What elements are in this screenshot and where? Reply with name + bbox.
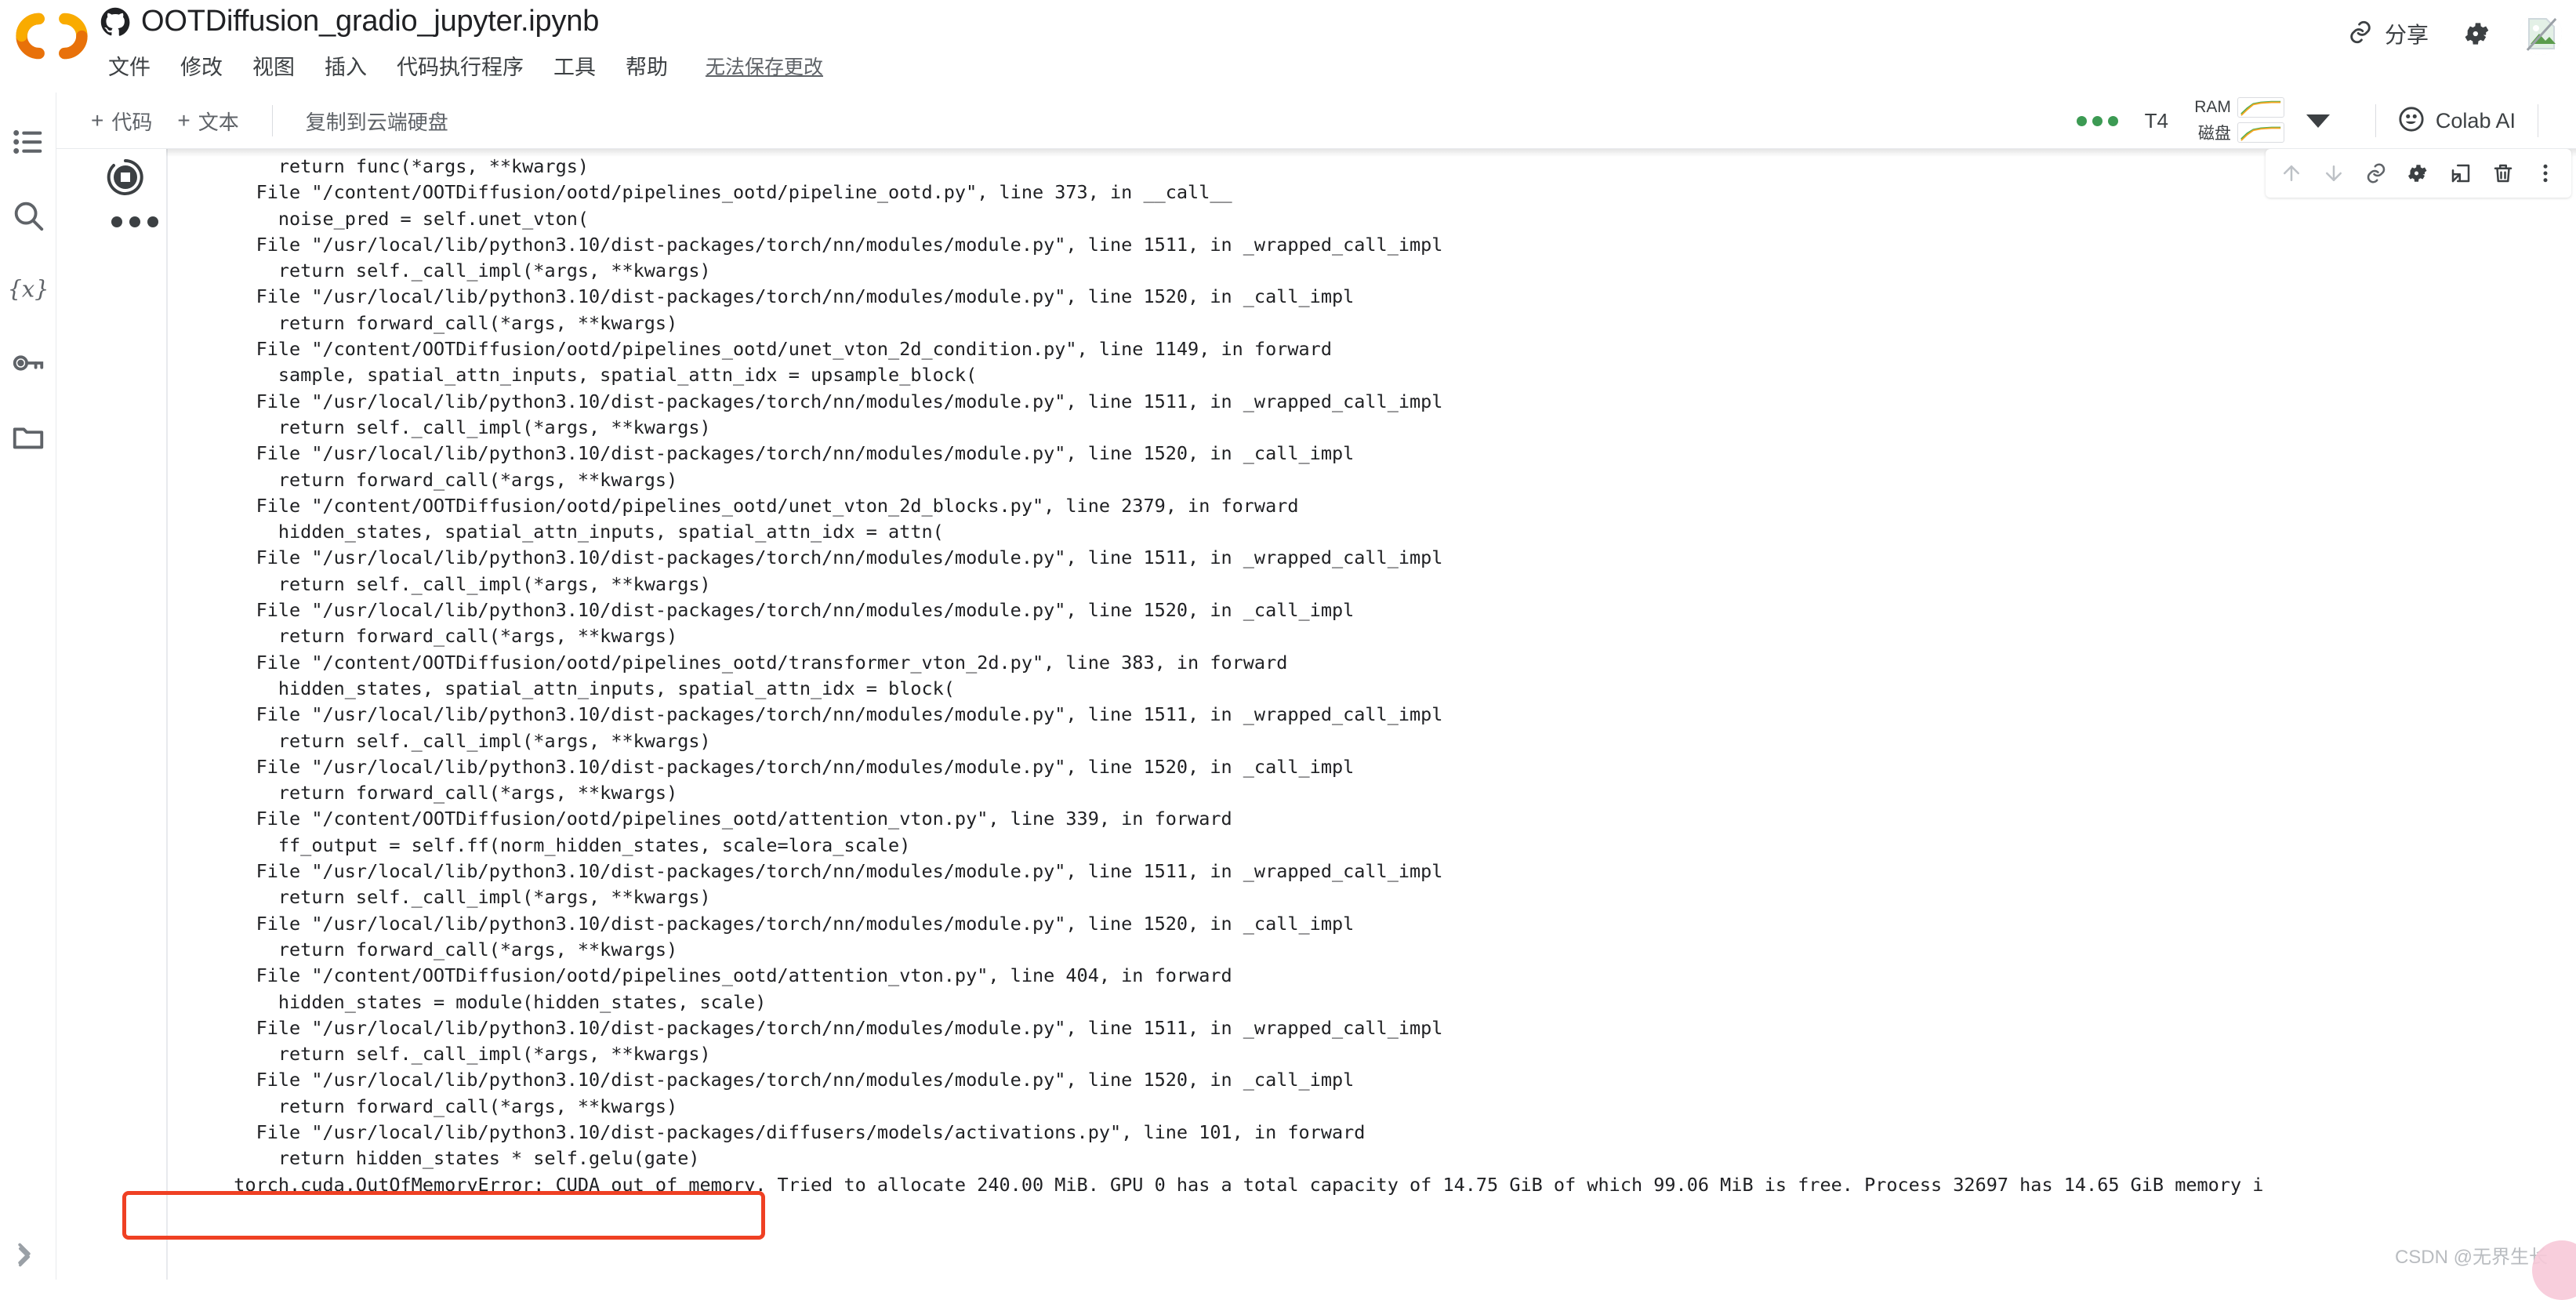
menu-item-runtime[interactable]: 代码执行程序 bbox=[394, 49, 527, 82]
notebook-toolbar: + 代码 + 文本 复制到云端硬盘 T4 RAM bbox=[0, 93, 2576, 149]
copy-to-drive-button[interactable]: 复制到云端硬盘 bbox=[293, 100, 461, 142]
toolbar-right-group: T4 RAM 磁盘 bbox=[2077, 93, 2560, 149]
watermark-text: CSDN @无界生长 bbox=[2395, 1241, 2548, 1269]
menu-item-view[interactable]: 视图 bbox=[249, 49, 298, 82]
more-vert-icon[interactable] bbox=[2524, 158, 2567, 189]
link-to-cell-icon[interactable] bbox=[2355, 158, 2397, 189]
secrets-key-icon[interactable] bbox=[10, 345, 46, 381]
disk-sparkline-icon bbox=[2237, 122, 2284, 143]
menu-bar: 文件 修改 视图 插入 代码执行程序 工具 帮助 无法保存更改 bbox=[105, 49, 823, 82]
page-title: OOTDiffusion_gradio_jupyter.ipynb bbox=[141, 5, 599, 38]
colab-ai-label: Colab AI bbox=[2436, 109, 2516, 133]
menu-item-insert[interactable]: 插入 bbox=[321, 49, 370, 82]
python-traceback-text: return func(*args, **kwargs) File "/cont… bbox=[182, 149, 2576, 1198]
dot bbox=[111, 216, 122, 227]
chevron-down-icon[interactable] bbox=[2306, 114, 2330, 128]
menu-item-file[interactable]: 文件 bbox=[105, 49, 154, 82]
notebook-cell-output: return func(*args, **kwargs) File "/cont… bbox=[56, 149, 2576, 1280]
toolbar-left-group: + 代码 + 文本 复制到云端硬盘 bbox=[78, 93, 461, 149]
cell-settings-gear-icon[interactable] bbox=[2397, 158, 2440, 189]
menu-item-tools[interactable]: 工具 bbox=[550, 49, 599, 82]
left-sidebar-rail: {x} bbox=[0, 93, 56, 1280]
gear-icon[interactable] bbox=[2463, 19, 2493, 49]
toolbar-divider bbox=[272, 105, 273, 136]
github-icon bbox=[100, 7, 130, 37]
plus-icon: + bbox=[177, 110, 190, 132]
menu-item-help[interactable]: 帮助 bbox=[622, 49, 671, 82]
share-button[interactable]: 分享 bbox=[2339, 13, 2436, 54]
ram-label: RAM bbox=[2187, 98, 2231, 117]
stop-interrupt-button[interactable] bbox=[103, 155, 147, 199]
share-label: 分享 bbox=[2385, 18, 2429, 49]
add-text-cell-button[interactable]: + 文本 bbox=[165, 100, 251, 142]
status-dot bbox=[2092, 116, 2103, 126]
colab-logo[interactable] bbox=[14, 11, 89, 61]
files-folder-icon[interactable] bbox=[10, 419, 46, 455]
runtime-type-label: T4 bbox=[2145, 109, 2168, 133]
dot bbox=[129, 216, 140, 227]
toolbar-divider bbox=[2375, 104, 2376, 137]
plus-icon: + bbox=[91, 110, 103, 132]
move-cell-down-icon[interactable] bbox=[2313, 158, 2355, 189]
output-stream-panel: return func(*args, **kwargs) File "/cont… bbox=[166, 149, 2576, 1280]
avatar[interactable] bbox=[2520, 13, 2562, 55]
cell-more-options[interactable] bbox=[111, 216, 158, 227]
ram-sparkline-icon bbox=[2237, 97, 2284, 118]
colab-ai-face-icon bbox=[2398, 106, 2425, 136]
menu-item-edit[interactable]: 修改 bbox=[177, 49, 226, 82]
svg-text:{x}: {x} bbox=[10, 276, 46, 303]
cell-action-toolbar bbox=[2266, 149, 2571, 198]
save-status-link[interactable]: 无法保存更改 bbox=[706, 52, 823, 80]
variables-icon[interactable]: {x} bbox=[10, 271, 46, 307]
dot bbox=[147, 216, 158, 227]
move-cell-up-icon[interactable] bbox=[2270, 158, 2313, 189]
notebook-title-row[interactable]: OOTDiffusion_gradio_jupyter.ipynb bbox=[100, 5, 599, 38]
status-dot bbox=[2077, 116, 2087, 126]
connection-status-dots[interactable] bbox=[2077, 116, 2118, 126]
add-code-cell-button[interactable]: + 代码 bbox=[78, 100, 165, 142]
search-icon[interactable] bbox=[10, 198, 46, 234]
link-icon bbox=[2347, 19, 2374, 49]
colab-ai-button[interactable]: Colab AI bbox=[2398, 106, 2516, 136]
add-text-cell-label: 文本 bbox=[198, 107, 239, 136]
toc-icon[interactable] bbox=[10, 124, 46, 160]
delete-cell-trash-icon[interactable] bbox=[2482, 158, 2524, 189]
top-bar: OOTDiffusion_gradio_jupyter.ipynb 文件 修改 … bbox=[0, 0, 2576, 93]
resource-usage-indicator[interactable]: RAM 磁盘 bbox=[2187, 97, 2284, 144]
ram-usage-row: RAM bbox=[2187, 97, 2284, 118]
disk-label: 磁盘 bbox=[2187, 121, 2231, 144]
open-in-new-tab-icon[interactable] bbox=[2440, 158, 2482, 189]
disk-usage-row: 磁盘 bbox=[2187, 121, 2284, 144]
cell-gutter bbox=[78, 149, 165, 1280]
top-bar-actions: 分享 bbox=[2339, 13, 2562, 55]
bottom-left-chevron-icon[interactable] bbox=[8, 1240, 41, 1273]
add-code-cell-label: 代码 bbox=[111, 107, 152, 136]
status-dot bbox=[2108, 116, 2118, 126]
